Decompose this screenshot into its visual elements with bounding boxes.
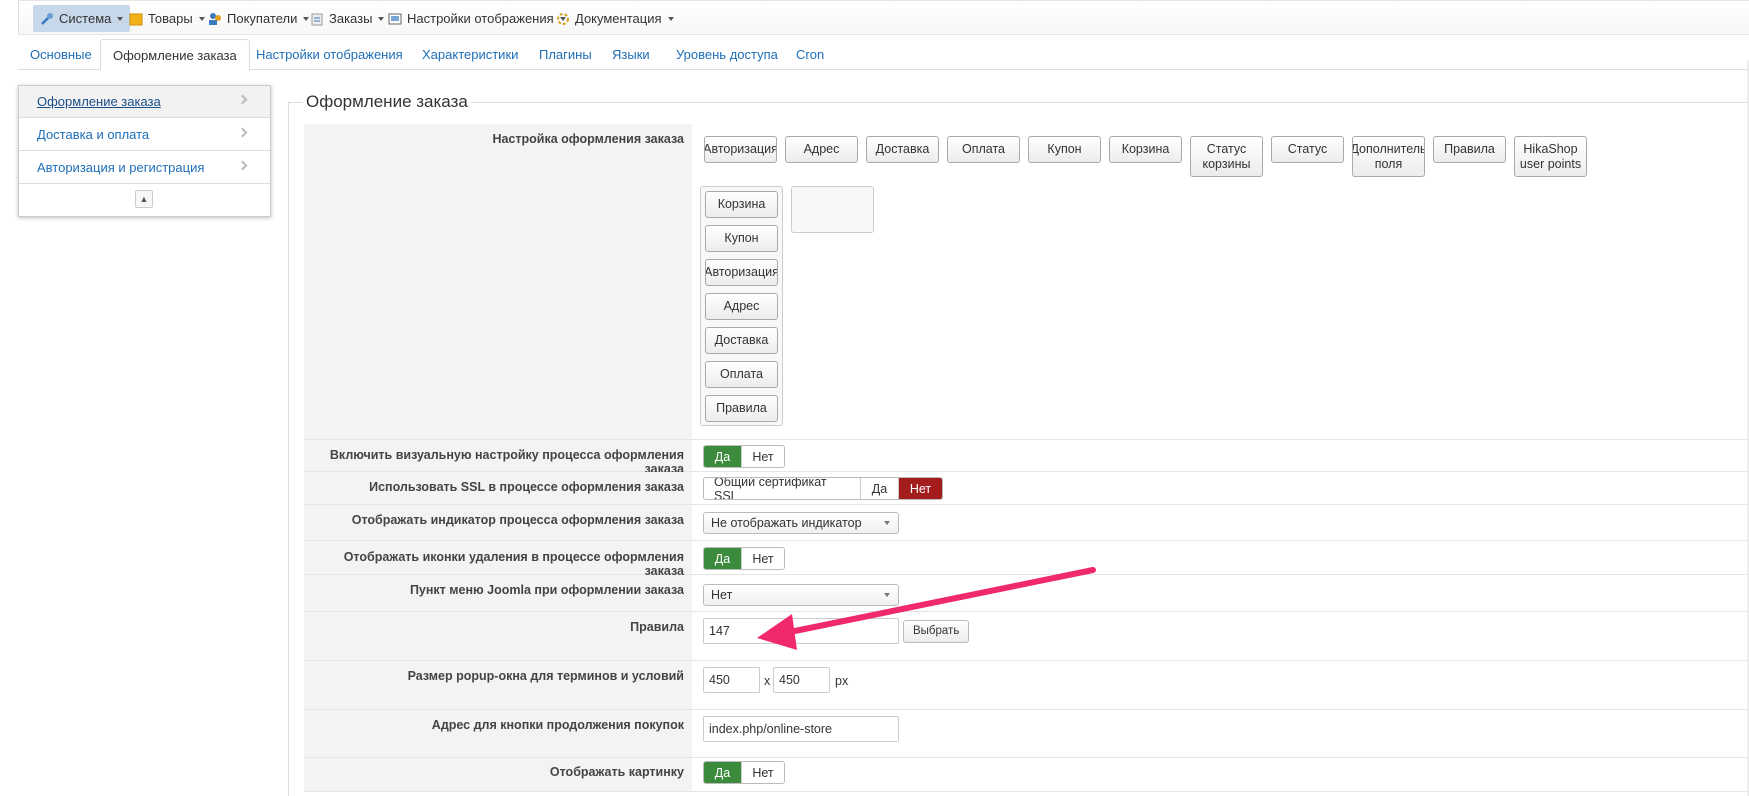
annotation-arrow xyxy=(757,567,1096,650)
